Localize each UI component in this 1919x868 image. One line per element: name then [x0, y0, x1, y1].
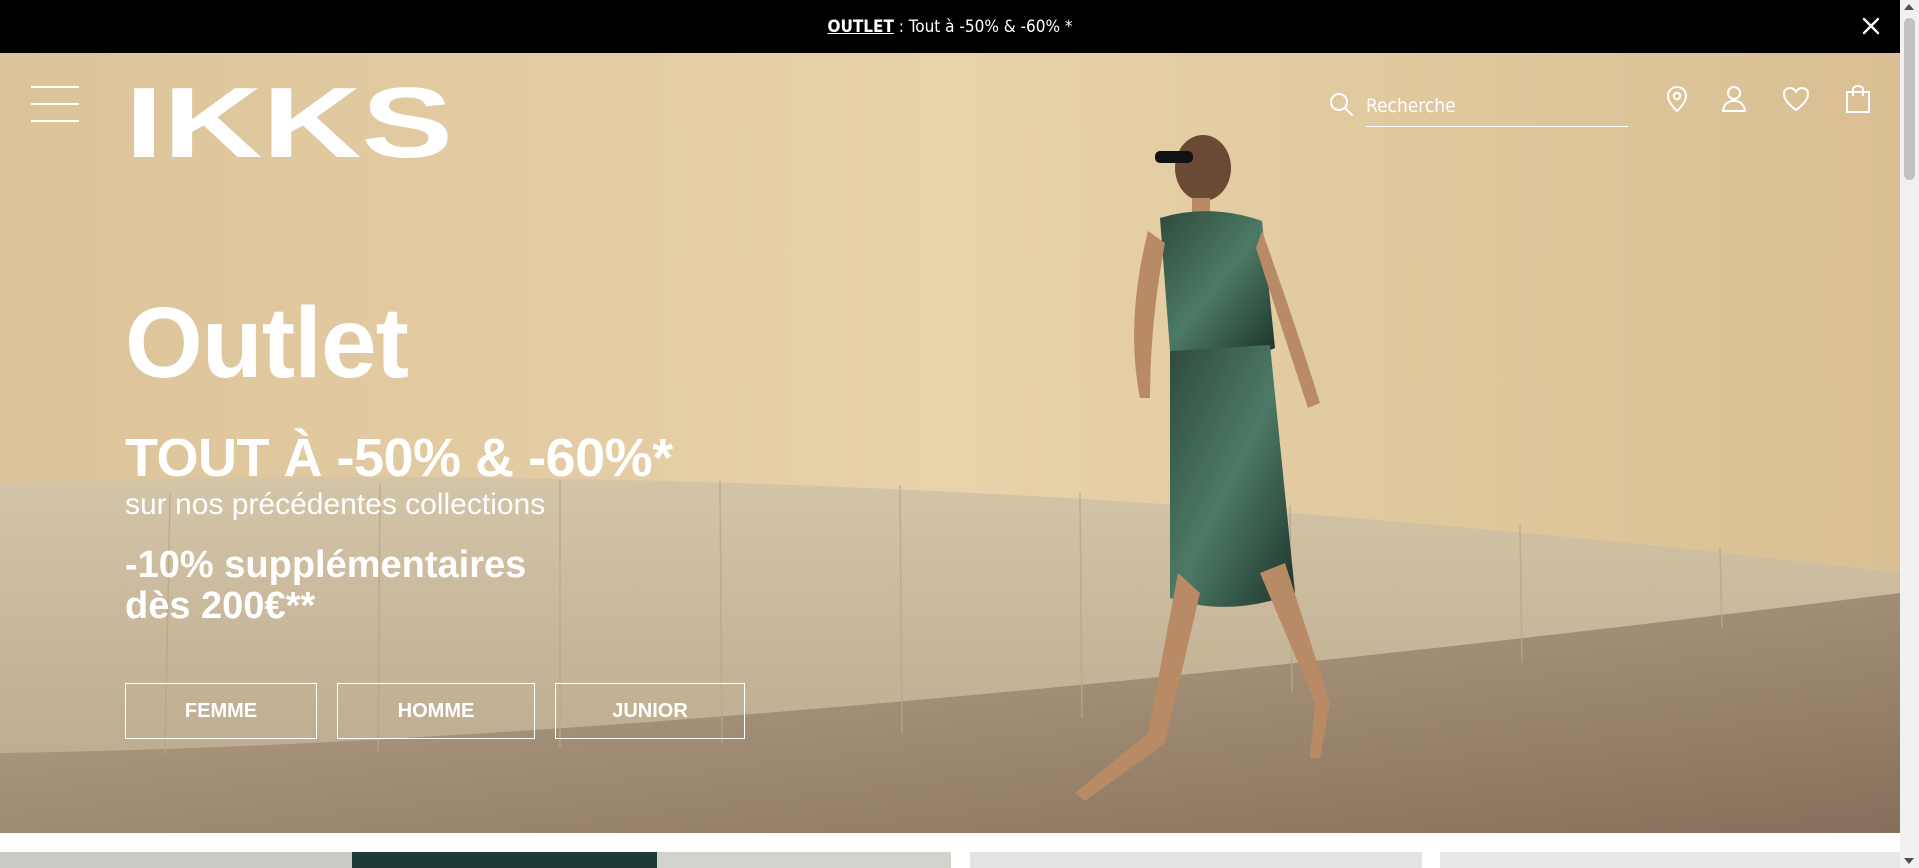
junior-button[interactable]: JUNIOR: [555, 683, 745, 740]
hero-title: Outlet: [125, 287, 409, 399]
ikks-logo[interactable]: IKKS: [125, 83, 455, 159]
outlet-link[interactable]: OUTLET: [827, 17, 893, 37]
announcement-bar: OUTLET : Tout à -50% & -60% *: [0, 0, 1900, 53]
tile-image-2[interactable]: [352, 852, 657, 868]
tile-image-4[interactable]: [970, 852, 1422, 868]
femme-button[interactable]: FEMME: [125, 683, 317, 740]
close-icon[interactable]: [1858, 13, 1884, 39]
category-buttons: FEMME HOMME JUNIOR: [125, 683, 745, 740]
hero-banner[interactable]: Outlet TOUT À -50% & -60%* sur nos précé…: [0, 53, 1900, 833]
scroll-thumb[interactable]: [1904, 18, 1915, 180]
tile-image-3[interactable]: [657, 852, 951, 868]
hero-headline: TOUT À -50% & -60%*: [125, 428, 673, 488]
announcement-text: OUTLET : Tout à -50% & -60% *: [827, 17, 1072, 37]
account-icon[interactable]: [1719, 84, 1749, 114]
content-tiles-row: [0, 852, 1900, 868]
announcement-offer-text: : Tout à -50% & -60% *: [893, 16, 1073, 37]
homme-button[interactable]: HOMME: [337, 683, 535, 740]
scroll-down-arrow-icon[interactable]: [1904, 858, 1914, 864]
menu-icon[interactable]: [31, 86, 79, 124]
scroll-up-arrow-icon[interactable]: [1904, 4, 1914, 10]
hero-subline: sur nos précédentes collections: [125, 488, 546, 521]
hero-extra-offer: -10% supplémentaires dès 200€**: [125, 544, 527, 628]
store-locator-icon[interactable]: [1662, 84, 1692, 114]
wishlist-icon[interactable]: [1781, 84, 1811, 114]
bag-icon[interactable]: [1843, 84, 1873, 114]
tile-image-5[interactable]: [1440, 852, 1900, 868]
logo-text: IKKS: [125, 83, 453, 159]
hero-content: Outlet TOUT À -50% & -60%* sur nos précé…: [125, 287, 745, 740]
search-bar[interactable]: [1328, 86, 1628, 128]
search-input[interactable]: [1366, 86, 1628, 127]
search-icon[interactable]: [1328, 91, 1354, 117]
tile-image-1[interactable]: [0, 852, 352, 868]
page-scrollbar[interactable]: [1900, 0, 1919, 868]
